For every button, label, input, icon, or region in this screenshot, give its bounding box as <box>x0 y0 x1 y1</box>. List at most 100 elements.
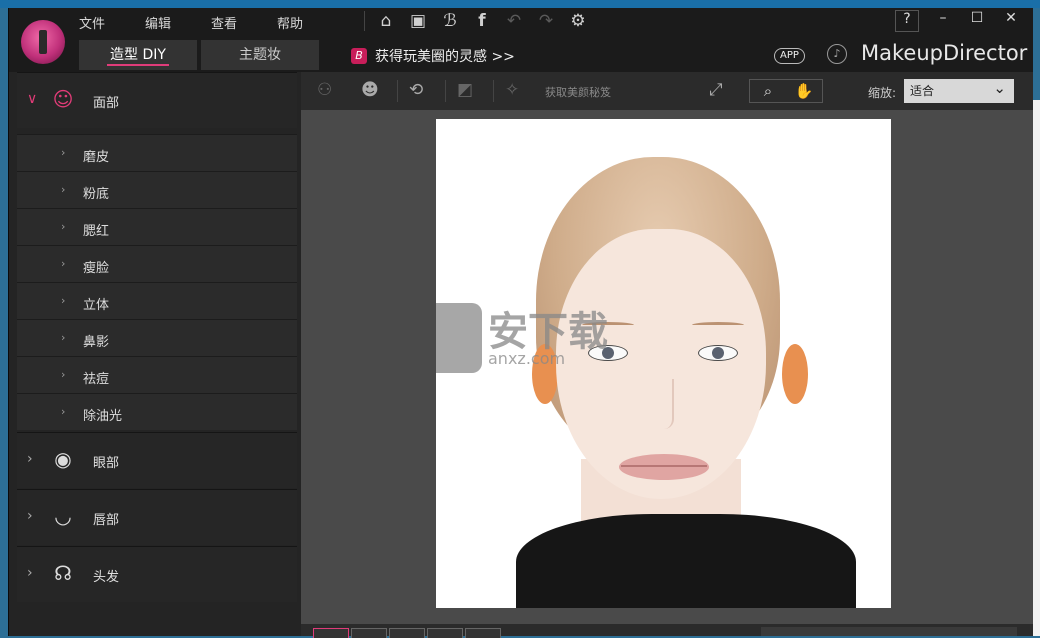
chevron-right-icon: › <box>27 565 33 581</box>
promo-text: 获得玩美圈的灵感 >> <box>375 49 515 65</box>
window-controls: ? – ☐ ✕ <box>895 10 1027 32</box>
history-icon[interactable]: ⟲ <box>409 80 423 100</box>
split-view-icon[interactable]: ◩ <box>457 80 473 100</box>
menu-view[interactable]: 查看 <box>211 13 237 32</box>
bell-icon[interactable]: ♪ <box>827 44 847 64</box>
sidebar-item-label: 粉底 <box>83 187 110 202</box>
eye-icon: ◉ <box>54 447 72 471</box>
lip-line <box>621 465 707 467</box>
gear-icon[interactable]: ⚙ <box>567 11 589 31</box>
brand-title: MakeupDirector <box>861 41 1028 65</box>
chevron-right-icon: › <box>27 508 33 524</box>
category-eyes[interactable]: › ◉ 眼部 <box>17 432 297 488</box>
sidebar-item-label: 祛痘 <box>83 372 110 387</box>
menu-file[interactable]: 文件 <box>79 13 105 32</box>
b-icon: B <box>351 48 367 64</box>
menu-edit[interactable]: 编辑 <box>145 13 171 32</box>
minimize-icon[interactable]: – <box>927 10 959 32</box>
sidebar-item-label: 磨皮 <box>83 150 110 165</box>
bottom-toolbar <box>301 624 1033 638</box>
bottom-tool-button[interactable] <box>351 628 387 638</box>
facebook-icon[interactable]: f <box>471 11 493 31</box>
chevron-right-icon: › <box>61 183 66 196</box>
sidebar-item-label: 鼻影 <box>83 335 110 350</box>
divider <box>397 80 398 102</box>
sidebar-item-smooth-skin[interactable]: › 磨皮 <box>17 134 297 171</box>
menu-bar: 文件 编辑 查看 帮助 <box>79 13 343 32</box>
sidebar-item-label: 腮红 <box>83 224 110 239</box>
close-icon[interactable]: ✕ <box>995 10 1027 32</box>
chevron-right-icon: › <box>61 294 66 307</box>
desktop-strip <box>0 0 1040 8</box>
sidebar-item-shine-removal[interactable]: › 除油光 <box>17 393 297 430</box>
sidebar-item-foundation[interactable]: › 粉底 <box>17 171 297 208</box>
promo-link[interactable]: B 获得玩美圈的灵感 >> <box>351 46 515 66</box>
divider <box>493 80 494 102</box>
zoom-label: 缩放: <box>868 86 897 100</box>
compare-faces-icon[interactable]: ⚇ <box>317 80 332 100</box>
face-icon: ☺ <box>52 87 74 111</box>
face-detect-icon[interactable]: ☻ <box>361 80 379 100</box>
category-label: 唇部 <box>93 513 120 528</box>
chevron-right-icon: › <box>61 331 66 344</box>
chevron-right-icon: › <box>61 257 66 270</box>
lips <box>619 454 709 480</box>
sidebar-item-label: 瘦脸 <box>83 261 110 276</box>
save-icon[interactable]: ▣ <box>407 11 429 31</box>
canvas-toolbar: ⚇ ☻ ⟲ ◩ ✧ 获取美颜秘笈 ⤢ ⌕ ✋ 缩放: 适合 <box>301 72 1033 110</box>
portrait-photo[interactable]: 安下载 anxz.com <box>436 119 891 608</box>
app-logo-icon <box>21 20 65 64</box>
right-brow <box>692 322 744 328</box>
sidebar-item-contour[interactable]: › 立体 <box>17 282 297 319</box>
watermark: 安下载 anxz.com <box>436 297 672 377</box>
home-icon[interactable]: ⌂ <box>375 11 397 31</box>
photo-canvas[interactable]: 安下载 anxz.com <box>301 110 1033 624</box>
sidebar-item-label: 除油光 <box>83 409 123 424</box>
search-icon[interactable]: ⌕ <box>750 82 786 100</box>
fullscreen-icon[interactable]: ⤢ <box>709 80 723 100</box>
app-badge[interactable]: APP <box>774 48 805 64</box>
bottom-tool-button[interactable] <box>389 628 425 638</box>
maximize-icon[interactable]: ☐ <box>961 10 993 32</box>
undo-icon[interactable]: ↶ <box>503 11 525 31</box>
divider <box>364 11 365 31</box>
bottom-tool-button[interactable] <box>313 628 349 638</box>
divider <box>445 80 446 102</box>
chevron-right-icon: › <box>27 451 33 467</box>
right-eye <box>698 345 738 361</box>
category-label: 头发 <box>93 570 120 585</box>
sidebar-item-acne-removal[interactable]: › 祛痘 <box>17 356 297 393</box>
bottom-tool-button[interactable] <box>427 628 463 638</box>
lips-icon: ◡ <box>54 504 72 528</box>
screenshot: 文件 编辑 查看 帮助 ⌂ ▣ ℬ f ↶ ↷ ⚙ ? – ☐ ✕ 造型 DIY… <box>0 0 1040 638</box>
get-secret-link[interactable]: 获取美颜秘笈 <box>545 84 611 100</box>
nose <box>654 379 674 429</box>
help-button[interactable]: ? <box>895 10 919 32</box>
redo-icon[interactable]: ↷ <box>535 11 557 31</box>
chevron-down-icon: ∨ <box>27 91 38 107</box>
category-hair[interactable]: › ☊ 头发 <box>17 546 297 602</box>
menu-help[interactable]: 帮助 <box>277 13 303 32</box>
category-lips[interactable]: › ◡ 唇部 <box>17 489 297 545</box>
watermark-bag-icon <box>436 303 482 373</box>
bottom-status-area <box>761 627 1017 636</box>
sidebar-item-nose-shadow[interactable]: › 鼻影 <box>17 319 297 356</box>
sidebar-item-slim-face[interactable]: › 瘦脸 <box>17 245 297 282</box>
tab-theme-makeup[interactable]: 主题妆 <box>201 40 319 70</box>
makeup-secret-icon[interactable]: ✧ <box>505 80 519 100</box>
makeupdirector-window: 文件 编辑 查看 帮助 ⌂ ▣ ℬ f ↶ ↷ ⚙ ? – ☐ ✕ 造型 DIY… <box>8 8 1033 638</box>
category-label: 面部 <box>93 96 120 111</box>
view-mode-group: ⌕ ✋ <box>749 79 823 103</box>
chevron-right-icon: › <box>61 146 66 159</box>
bottom-tool-button[interactable] <box>465 628 501 638</box>
b-icon[interactable]: ℬ <box>439 11 461 31</box>
hand-icon[interactable]: ✋ <box>786 82 822 100</box>
zoom-select[interactable]: 适合 <box>904 76 1014 103</box>
category-face[interactable]: ∨ ☺ 面部 <box>17 72 297 128</box>
tab-makeup-diy[interactable]: 造型 DIY <box>79 40 197 70</box>
chevron-right-icon: › <box>61 220 66 233</box>
category-label: 眼部 <box>93 456 120 471</box>
feature-sidebar: ∨ ☺ 面部 › 磨皮 › 粉底 › 腮红 › 瘦脸 › 立体 › 鼻影 › 祛… <box>9 72 301 636</box>
sidebar-item-blush[interactable]: › 腮红 <box>17 208 297 245</box>
title-bar: 文件 编辑 查看 帮助 ⌂ ▣ ℬ f ↶ ↷ ⚙ ? – ☐ ✕ 造型 DIY… <box>9 8 1033 72</box>
